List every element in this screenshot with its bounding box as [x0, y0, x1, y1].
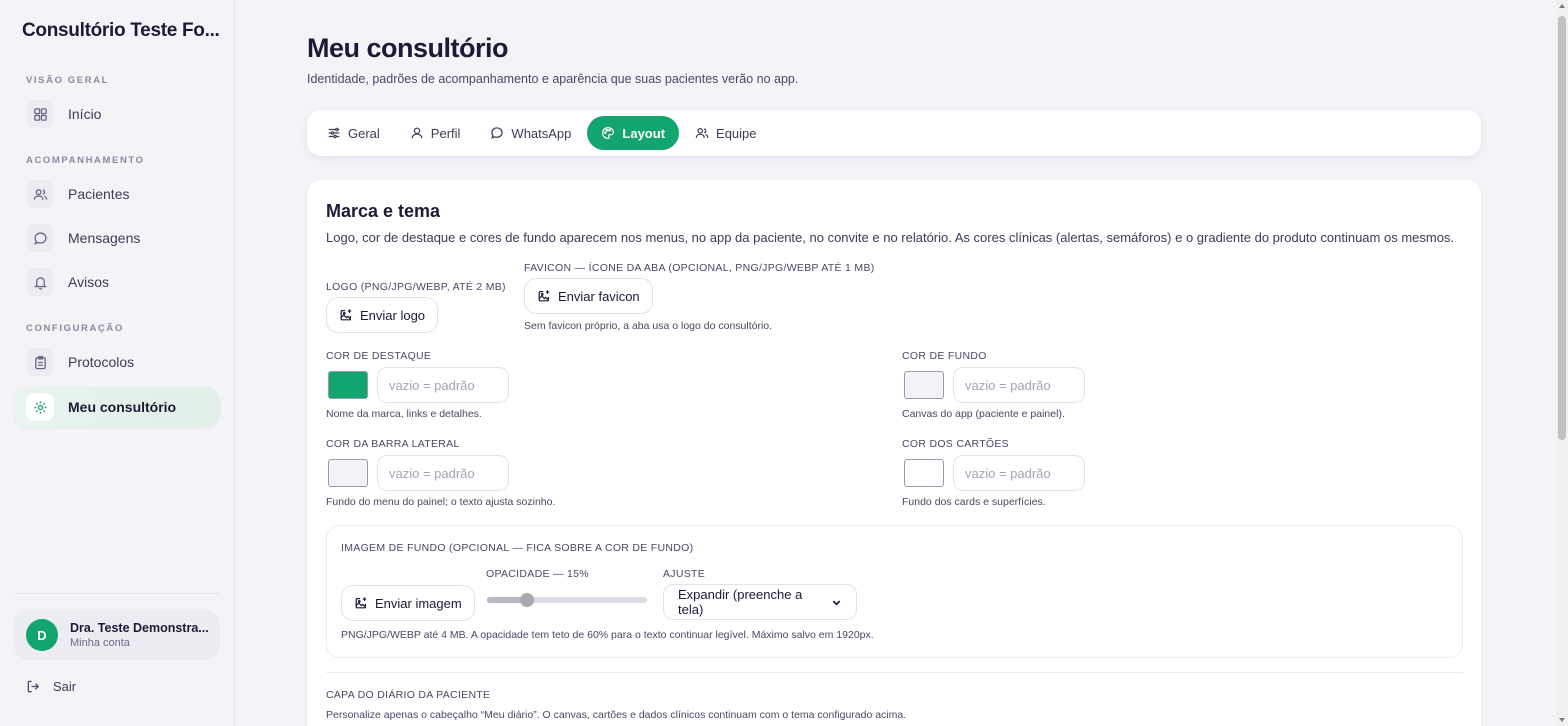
account-meta: Dra. Teste Demonstra... Minha conta [70, 621, 209, 649]
upload-logo-button[interactable]: Enviar logo [326, 297, 439, 333]
fit-label: AJUSTE [663, 568, 706, 580]
tab-label: Equipe [716, 125, 757, 141]
upload-logo-label: Enviar logo [360, 307, 426, 323]
tab-geral[interactable]: Geral [313, 116, 394, 150]
fit-select[interactable]: Expandir (preenche a tela) [663, 584, 857, 620]
scroll-down-icon[interactable] [1559, 718, 1565, 722]
accent-color-label: COR DE DESTAQUE [326, 350, 432, 362]
sidebar-item-avisos[interactable]: Avisos [14, 262, 220, 302]
chat-bubble-icon [491, 127, 504, 139]
logout-icon [27, 680, 40, 693]
sliders-icon [328, 127, 340, 139]
section-title: Marca e tema [326, 201, 441, 221]
accent-color-swatch[interactable] [328, 371, 368, 399]
cards-color-swatch[interactable] [904, 459, 944, 487]
brand-theme-card: Marca e tema Logo, cor de destaque e cor… [307, 180, 1481, 726]
section-description: Logo, cor de destaque e cores de fundo a… [326, 230, 1455, 245]
bg-color-input[interactable] [953, 367, 1085, 403]
sidebar-item-mensagens[interactable]: Mensagens [14, 218, 220, 258]
bg-image-hint: PNG/JPG/WEBP até 4 MB. A opacidade tem t… [341, 629, 874, 641]
logout-label: Sair [53, 679, 77, 694]
sidebar-color-label: COR DA BARRA LATERAL [326, 438, 460, 450]
avatar: D [26, 619, 58, 651]
grid-icon [26, 100, 54, 128]
logo-label: LOGO (PNG/JPG/WEBP, ATÉ 2 MB) [326, 281, 506, 293]
account-name: Dra. Teste Demonstra... [70, 621, 209, 635]
sidebar-item-meu-consultorio[interactable]: Meu consultório [14, 387, 220, 427]
image-upload-icon [538, 290, 550, 302]
chevron-down-icon [832, 600, 841, 605]
sidebar-item-label: Protocolos [68, 354, 135, 370]
favicon-hint: Sem favicon próprio, a aba usa o logo do… [524, 320, 773, 332]
favicon-label: FAVICON — ÍCONE DA ABA (OPCIONAL, PNG/JP… [524, 262, 875, 274]
tab-label: Layout [622, 125, 666, 141]
upload-bg-image-label: Enviar imagem [375, 595, 462, 611]
palette-icon [602, 126, 615, 140]
sidebar-item-inicio[interactable]: Início [14, 94, 220, 134]
bg-color-label: COR DE FUNDO [902, 350, 987, 362]
cards-color-hint: Fundo dos cards e superfícies. [902, 496, 1046, 508]
fit-select-value: Expandir (preenche a tela) [678, 587, 803, 617]
accent-color-input[interactable] [377, 367, 509, 403]
section-label-config: CONFIGURAÇÃO [26, 323, 124, 334]
sidebar-item-label: Meu consultório [68, 399, 177, 415]
bg-color-hint: Canvas do app (paciente e painel). [902, 408, 1065, 420]
sidebar-divider [14, 593, 220, 594]
page-scrollbar[interactable] [1556, 0, 1568, 726]
section-label-tracking: ACOMPANHAMENTO [26, 155, 145, 166]
team-icon [695, 128, 709, 138]
background-image-panel: IMAGEM DE FUNDO (OPCIONAL — FICA SOBRE A… [326, 525, 1463, 658]
sidebar-item-label: Avisos [68, 274, 109, 290]
section-divider [326, 672, 1463, 673]
upload-bg-image-button[interactable]: Enviar imagem [341, 585, 475, 621]
scrollbar-thumb[interactable] [1558, 16, 1566, 440]
upload-favicon-button[interactable]: Enviar favicon [524, 278, 653, 314]
tab-whatsapp[interactable]: WhatsApp [476, 116, 585, 150]
diary-cover-label: CAPA DO DIÁRIO DA PACIENTE [326, 689, 491, 701]
section-label-overview: VISÃO GERAL [26, 75, 110, 86]
sidebar-color-hint: Fundo do menu do painel; o texto ajusta … [326, 496, 556, 508]
opacity-slider[interactable] [487, 593, 647, 607]
logout-button[interactable]: Sair [26, 679, 76, 694]
cards-color-label: COR DOS CARTÕES [902, 438, 1009, 450]
account-subtitle: Minha conta [70, 637, 130, 649]
user-icon [411, 127, 423, 139]
page-subtitle: Identidade, padrões de acompanhamento e … [307, 72, 799, 86]
image-upload-icon [355, 597, 367, 609]
opacity-label: OPACIDADE — 15% [486, 568, 589, 580]
sidebar-color-input[interactable] [377, 455, 509, 491]
account-card[interactable]: D Dra. Teste Demonstra... Minha conta [14, 610, 220, 660]
opacity-slider-thumb[interactable] [520, 593, 534, 607]
brand-name: Consultório Teste Fo... [22, 20, 220, 41]
sidebar: Consultório Teste Fo... VISÃO GERAL Iníc… [0, 0, 235, 726]
sidebar-item-label: Mensagens [68, 230, 141, 246]
tab-label: Geral [348, 125, 380, 141]
page-title: Meu consultório [307, 33, 509, 63]
message-icon [26, 224, 54, 252]
tab-perfil[interactable]: Perfil [396, 116, 475, 150]
sidebar-item-protocolos[interactable]: Protocolos [14, 342, 220, 382]
clipboard-icon [26, 348, 54, 376]
image-upload-icon [340, 309, 352, 321]
bg-image-label: IMAGEM DE FUNDO (OPCIONAL — FICA SOBRE A… [341, 542, 694, 554]
tab-label: Perfil [430, 125, 461, 141]
bg-color-swatch[interactable] [904, 371, 944, 399]
upload-favicon-label: Enviar favicon [558, 288, 640, 304]
accent-color-hint: Nome da marca, links e detalhes. [326, 408, 482, 420]
settings-tabs: Geral Perfil WhatsApp Layout Equipe [307, 110, 1481, 156]
sidebar-item-pacientes[interactable]: Pacientes [14, 174, 220, 214]
sidebar-color-swatch[interactable] [328, 459, 368, 487]
bell-icon [26, 268, 54, 296]
tab-layout[interactable]: Layout [587, 116, 680, 150]
sidebar-item-label: Início [68, 106, 102, 122]
users-icon [26, 180, 54, 208]
diary-cover-description: Personalize apenas o cabeçalho “Meu diár… [326, 709, 907, 721]
cards-color-input[interactable] [953, 455, 1085, 491]
sidebar-item-label: Pacientes [68, 186, 130, 202]
tab-equipe[interactable]: Equipe [681, 116, 770, 150]
gear-icon [26, 393, 54, 421]
scroll-up-icon[interactable] [1559, 4, 1565, 8]
tab-label: WhatsApp [511, 125, 572, 141]
